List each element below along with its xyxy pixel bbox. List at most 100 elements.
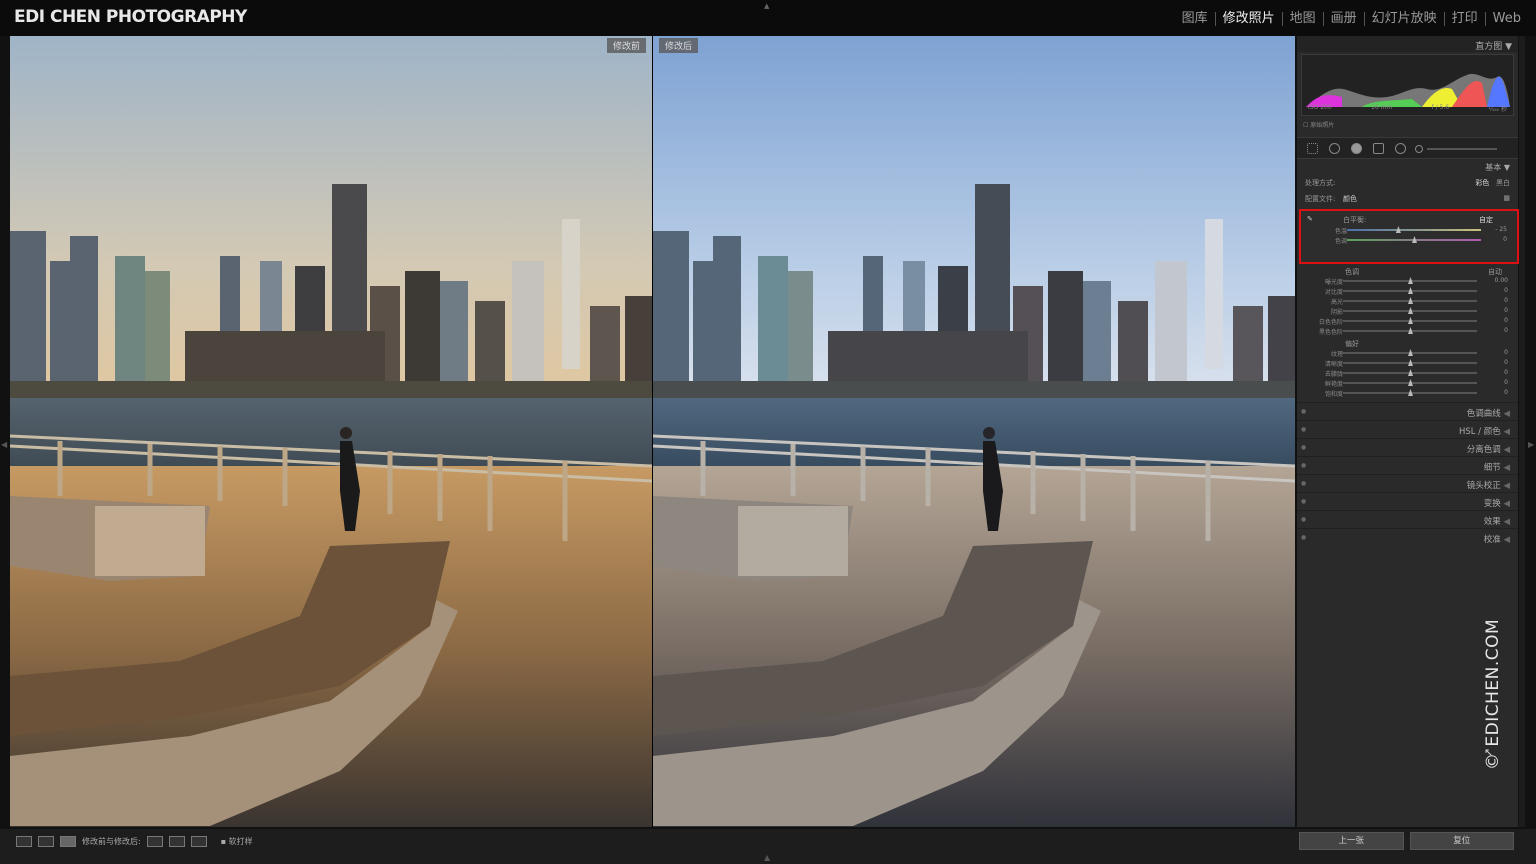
before-after-view-icon[interactable] — [60, 835, 76, 847]
slider-presence-4[interactable]: 饱和度 0 — [1297, 388, 1518, 398]
section-expand-icon[interactable]: ◀ — [1501, 427, 1510, 437]
section-expand-icon[interactable]: ◀ — [1501, 409, 1510, 419]
histogram-header[interactable]: 直方图 ▼ — [1297, 36, 1518, 52]
section-toggle-icon[interactable]: ● — [1301, 462, 1306, 469]
swap-before-after-icon[interactable] — [190, 835, 207, 847]
tool-slider[interactable] — [1427, 148, 1497, 150]
slider-tone-5[interactable]: 黑色色阶 0 — [1297, 326, 1518, 336]
profile-value[interactable]: 颜色 — [1343, 194, 1357, 204]
slider-presence-2[interactable]: 去朦胧 0 — [1297, 368, 1518, 378]
copy-before-to-after-icon[interactable] — [146, 835, 163, 847]
red-eye-icon[interactable] — [1351, 143, 1362, 154]
graduated-filter-icon[interactable] — [1373, 143, 1384, 154]
section-header-2[interactable]: ● 分离色调 ◀ — [1297, 438, 1518, 456]
section-header-6[interactable]: ● 效果 ◀ — [1297, 510, 1518, 528]
left-panel-toggle-icon[interactable]: ◀ — [1, 440, 7, 449]
section-expand-icon[interactable]: ◀ — [1501, 499, 1510, 509]
loupe-view-icon[interactable] — [16, 835, 32, 847]
slider-tone-0[interactable]: 曝光度 0.00 — [1297, 276, 1518, 286]
collapse-top-icon[interactable]: ▲ — [764, 2, 769, 10]
slider-presence-3[interactable]: 鲜艳度 0 — [1297, 378, 1518, 388]
spot-removal-icon[interactable] — [1329, 143, 1340, 154]
slider-value[interactable]: 0 — [1504, 359, 1508, 366]
slider-value[interactable]: 0 — [1504, 287, 1508, 294]
basic-title: 基本 — [1485, 163, 1502, 172]
module-map[interactable]: 地图 — [1281, 12, 1323, 26]
slider-value[interactable]: 0 — [1504, 297, 1508, 304]
compare-view-icon[interactable] — [38, 835, 54, 847]
section-toggle-icon[interactable]: ● — [1301, 480, 1306, 487]
histogram: ISO 200 16 mm f / 5.6 ¹⁄₁₆₀ 秒 — [1301, 54, 1514, 116]
module-web[interactable]: Web — [1484, 12, 1528, 26]
section-toggle-icon[interactable]: ● — [1301, 498, 1306, 505]
slider-value[interactable]: - 25 — [1495, 226, 1507, 233]
slider-wb-1[interactable]: 色调 0 — [1301, 235, 1517, 245]
after-photo[interactable]: 修改后 — [653, 36, 1295, 827]
module-print[interactable]: 打印 — [1443, 12, 1485, 26]
previous-button[interactable]: 上一张 — [1299, 832, 1404, 850]
section-header-5[interactable]: ● 变换 ◀ — [1297, 492, 1518, 510]
slider-track[interactable] — [1347, 229, 1481, 231]
slider-label: 阴影 — [1330, 309, 1343, 316]
module-book[interactable]: 画册 — [1322, 12, 1364, 26]
section-expand-icon[interactable]: ◀ — [1501, 535, 1510, 545]
section-toggle-icon[interactable]: ● — [1301, 534, 1306, 541]
section-header-0[interactable]: ● 色调曲线 ◀ — [1297, 402, 1518, 420]
slider-presence-0[interactable]: 纹理 0 — [1297, 348, 1518, 358]
profile-browser-icon[interactable]: ▦ — [1503, 194, 1510, 202]
section-expand-icon[interactable]: ◀ — [1501, 517, 1510, 527]
brush-icon[interactable] — [1415, 145, 1423, 153]
panel-scrollbar[interactable] — [1519, 36, 1525, 827]
slider-wb-0[interactable]: 色温 - 25 — [1301, 225, 1517, 235]
soft-proof-checkbox[interactable]: ▪ 软打样 — [221, 836, 253, 847]
reset-button[interactable]: 复位 — [1409, 832, 1514, 850]
tool-strip — [1297, 137, 1518, 159]
section-toggle-icon[interactable]: ● — [1301, 516, 1306, 523]
basic-header[interactable]: 基本 ▼ — [1297, 159, 1518, 174]
section-header-7[interactable]: ● 校准 ◀ — [1297, 528, 1518, 546]
section-toggle-icon[interactable]: ● — [1301, 444, 1306, 451]
section-header-3[interactable]: ● 细节 ◀ — [1297, 456, 1518, 474]
treatment-row: 处理方式: 彩色 黑白 — [1297, 174, 1518, 190]
right-panel-toggle-icon[interactable]: ▶ — [1528, 440, 1534, 449]
module-develop[interactable]: 修改照片 — [1214, 12, 1282, 26]
module-library[interactable]: 图库 — [1175, 12, 1215, 26]
slider-value[interactable]: 0.00 — [1495, 277, 1508, 284]
wb-value[interactable]: 自定 — [1479, 215, 1493, 225]
copy-after-to-before-icon[interactable] — [168, 835, 185, 847]
section-expand-icon[interactable]: ◀ — [1501, 481, 1510, 491]
slider-tone-1[interactable]: 对比度 0 — [1297, 286, 1518, 296]
before-photo[interactable]: 修改前 — [10, 36, 652, 827]
slider-tone-2[interactable]: 高光 0 — [1297, 296, 1518, 306]
slider-value[interactable]: 0 — [1504, 327, 1508, 334]
slider-label: 对比度 — [1324, 289, 1343, 296]
slider-value[interactable]: 0 — [1504, 369, 1508, 376]
module-slideshow[interactable]: 幻灯片放映 — [1363, 12, 1444, 26]
section-toggle-icon[interactable]: ● — [1301, 426, 1306, 433]
treatment-color[interactable]: 彩色 — [1475, 179, 1489, 187]
slider-label: 色温 — [1334, 228, 1347, 235]
section-expand-icon[interactable]: ◀ — [1501, 463, 1510, 473]
slider-value[interactable]: 0 — [1504, 349, 1508, 356]
section-header-4[interactable]: ● 镜头校正 ◀ — [1297, 474, 1518, 492]
section-toggle-icon[interactable]: ● — [1301, 408, 1306, 415]
section-expand-icon[interactable]: ◀ — [1501, 445, 1510, 455]
slider-value[interactable]: 0 — [1503, 236, 1507, 243]
original-photo-checkbox[interactable]: ☐ 原始照片 — [1297, 116, 1518, 133]
section-title: 分离色调 — [1466, 445, 1501, 455]
slider-tone-3[interactable]: 阴影 0 — [1297, 306, 1518, 316]
section-title: HSL / 颜色 — [1458, 427, 1501, 437]
radial-filter-icon[interactable] — [1395, 143, 1406, 154]
treatment-bw[interactable]: 黑白 — [1496, 179, 1510, 187]
slider-tone-4[interactable]: 白色色阶 0 — [1297, 316, 1518, 326]
slider-value[interactable]: 0 — [1504, 389, 1508, 396]
slider-value[interactable]: 0 — [1504, 317, 1508, 324]
collapse-bottom-icon[interactable]: ▲ — [764, 853, 770, 862]
slider-value[interactable]: 0 — [1504, 379, 1508, 386]
wb-eyedropper-icon[interactable]: ✎ — [1307, 215, 1313, 223]
slider-value[interactable]: 0 — [1504, 307, 1508, 314]
treatment-options: 彩色 黑白 — [1475, 178, 1510, 188]
crop-tool-icon[interactable] — [1307, 143, 1318, 154]
section-header-1[interactable]: ● HSL / 颜色 ◀ — [1297, 420, 1518, 438]
slider-presence-1[interactable]: 清晰度 0 — [1297, 358, 1518, 368]
